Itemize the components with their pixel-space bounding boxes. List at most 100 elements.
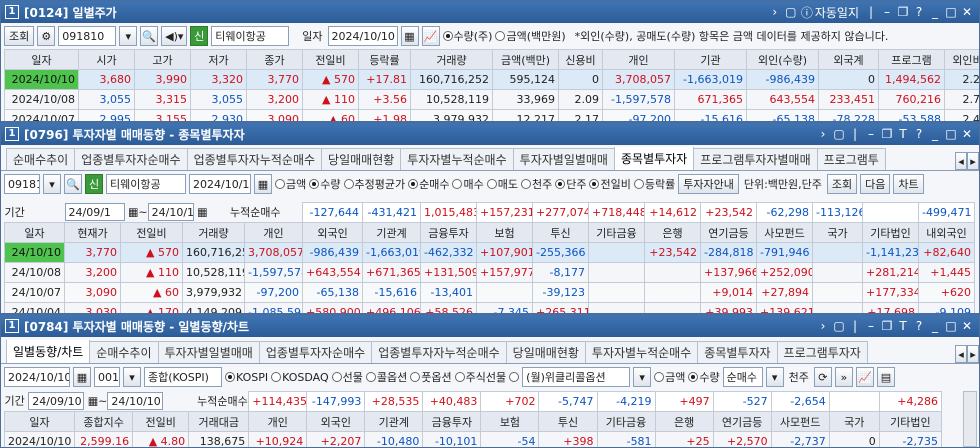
radio-qty[interactable]: 수량 [309,176,341,192]
radio-qty[interactable]: 수량 [688,369,720,385]
search-icon[interactable]: 🔍 [64,174,82,194]
tab-sector-net-buy[interactable]: 업종별투자자순매수 [74,148,188,170]
lookup-button[interactable]: 조회 [4,26,35,46]
arrow-right-icon[interactable]: › [767,5,783,19]
copy-icon[interactable]: ❐ [879,127,895,141]
maximize-icon[interactable]: □ [943,319,959,333]
next-page-icon[interactable]: » [834,367,853,387]
minimize-icon[interactable]: – [879,5,895,19]
calendar-icon[interactable]: ▦ [400,26,419,46]
tab-investor-cum[interactable]: 투자자별누적순매수 [400,148,514,170]
radio-amount[interactable]: 금액(백만원) [495,28,566,44]
radio-amount[interactable]: 금액 [275,176,306,192]
tab-investor-daily[interactable]: 투자자별일별매매 [512,148,615,170]
from-date-input[interactable]: 24/09/1 [64,203,125,222]
info-icon[interactable]: ⓘ [799,4,815,21]
table-row[interactable]: 24/10/04 3,030 ▲ 170 4,149,209 -1,085,595 +58… [4,302,976,313]
autolock-label[interactable]: 자동일지 [815,4,859,21]
table-row[interactable]: 24/10/07 3,090 ▲ 60 3,979,932 -97,200 -65,138… [4,282,976,303]
type-select[interactable]: 순매수 [722,367,763,387]
stock-code-input[interactable]: 091810 [4,174,40,194]
radio-single-shares[interactable]: 단주 [555,176,586,192]
stock-code-input[interactable]: 091810 [58,26,117,46]
help-icon[interactable]: ? [911,127,927,141]
date-input[interactable]: 2024/10/10 [327,26,398,46]
tab-program-investor[interactable]: 프로그램투자자 [776,341,868,363]
tab-investor-cum[interactable]: 투자자별누적순매수 [584,341,699,363]
help-icon[interactable]: ? [911,5,927,19]
tab-prev-icon[interactable]: ◂ [955,345,967,363]
date-input[interactable]: 2024/10/1 [189,174,251,194]
radio-change-rate[interactable]: 등락률 [633,176,675,192]
radio-thousand-shares[interactable]: 천주 [520,176,552,192]
from-date-input[interactable]: 24/09/10 [28,392,85,411]
radio-sell[interactable]: 매도 [486,176,518,192]
calendar-icon[interactable]: ▦ [88,395,98,408]
radio-net-buy[interactable]: 순매수 [408,176,449,192]
radio-kospi[interactable]: KOSPI [225,371,268,384]
copy-icon[interactable]: ❐ [895,5,911,19]
window-minimize-icon[interactable]: _ [927,127,943,141]
radio-stock-futures[interactable]: 주식선물 [454,369,506,385]
tab-next-icon[interactable]: ▸ [967,345,979,363]
radio-call[interactable]: 콜옵션 [365,369,407,385]
calendar-icon[interactable]: ▦ [128,206,138,219]
weekly-option-select[interactable]: (월)위클리콜옵션 [522,367,631,387]
minimize-icon[interactable]: – [863,127,879,141]
radio-amount[interactable]: 금액 [654,369,685,385]
table-row[interactable]: 24/10/08 3,200 ▲ 110 10,528,119 -1,597,578 +6… [4,262,976,283]
chart-button[interactable]: 차트 [893,174,924,194]
tab-sector-cum-net-buy[interactable]: 업종별투자자누적순매수 [371,341,507,363]
to-date-input[interactable]: 24/10/10 [107,392,164,411]
tab-investor-daily[interactable]: 투자자별일별매매 [157,341,260,363]
radio-futures[interactable]: 선물 [331,369,363,385]
window-minimize-icon[interactable]: _ [927,5,943,19]
tab-program-more[interactable]: 프로그램투 [816,148,886,170]
tab-stock-investor[interactable]: 종목별투자자 [697,341,778,363]
close-icon[interactable]: ✕ [959,127,975,141]
tab-daily-chart[interactable]: 일별동향/차트 [6,340,91,363]
speaker-icon[interactable]: ◀)▾ [161,26,188,46]
tab-net-buy-trend[interactable]: 순매수추이 [89,341,159,363]
copy-icon[interactable]: ❐ [879,319,895,333]
table-row[interactable]: 24/10/103,770▲ 570160,716,2523,708,057-9… [4,242,976,263]
window-minimize-icon[interactable]: _ [927,319,943,333]
dropdown-icon[interactable]: ▾ [119,26,138,46]
calendar-icon[interactable]: ▦ [73,367,91,387]
memo-icon[interactable]: ▢ [831,127,847,141]
date-input[interactable]: 2024/10/10 [4,367,70,387]
dropdown-icon[interactable]: ▾ [123,367,141,387]
arrow-right-icon[interactable]: › [815,127,831,141]
lookup-button[interactable]: 조회 [826,174,858,194]
tab-sector-cum-net-buy[interactable]: 업종별투자자누적순매수 [186,148,323,170]
arrow-right-icon[interactable]: › [815,319,831,333]
refresh-icon[interactable]: ⟳ [813,367,832,387]
radio-put[interactable]: 풋옵션 [410,369,452,385]
radio-est-avg[interactable]: 추정평균가 [343,176,405,192]
table-row[interactable]: 2024/10/10 3,680 3,990 3,320 3,770 ▲ 570 +17.8… [4,69,979,90]
radio-buy[interactable]: 매수 [452,176,484,192]
close-icon[interactable]: ✕ [959,5,975,19]
settings-icon[interactable]: ⚙ [37,26,56,46]
maximize-icon[interactable]: □ [943,5,959,19]
table-row[interactable]: 2024/10/10 2,599.16 ▲ 4.80 138,675 +10,924 +2… [3,431,943,447]
tab-next-icon[interactable]: ▸ [967,152,979,170]
table-icon[interactable]: ▤ [876,367,895,387]
calendar-icon[interactable]: ▦ [197,206,207,219]
close-icon[interactable]: ✕ [959,319,975,333]
text-icon[interactable]: T [895,127,911,141]
tab-sector-net-buy[interactable]: 업종별투자자순매수 [258,341,373,363]
radio-prev-diff[interactable]: 전일비 [589,176,631,192]
chart-icon[interactable]: 📈 [855,367,874,387]
calendar-icon[interactable]: ▦ [254,174,272,194]
tab-prev-icon[interactable]: ◂ [955,152,967,170]
to-date-input[interactable]: 24/10/1 [147,203,194,222]
tab-net-buy-trend[interactable]: 순매수추이 [6,148,76,170]
text-icon[interactable]: T [895,319,911,333]
next-button[interactable]: 다음 [860,174,891,194]
investor-guide-button[interactable]: 투자자안내 [678,174,739,194]
memo-icon[interactable]: ▢ [783,5,799,19]
table-row[interactable]: 2024/10/08 3,055 3,315 3,055 3,200 ▲ 110 +3.56… [4,89,979,110]
search-icon[interactable]: 🔍 [140,26,159,46]
memo-icon[interactable]: ▢ [831,319,847,333]
